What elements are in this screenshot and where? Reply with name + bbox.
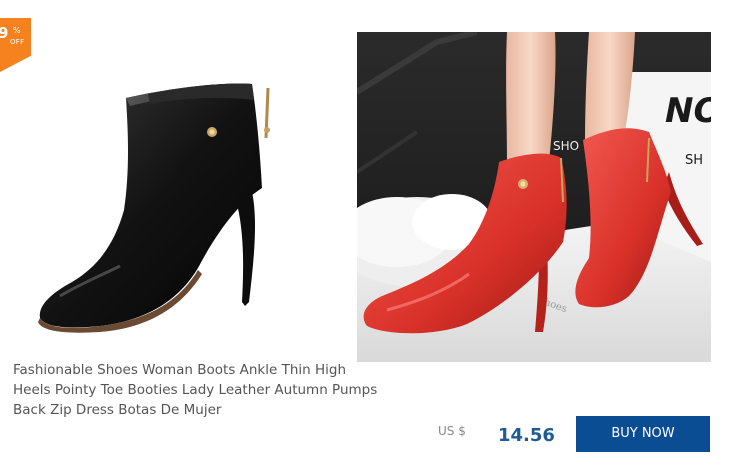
discount-percent-sign: %	[13, 26, 21, 35]
product-image-black-boot[interactable]	[30, 70, 300, 340]
product-card[interactable]: 9 % OFF N SH Shoes SHO Fashionable Shoes…	[0, 0, 738, 475]
box-print-text: NO	[665, 91, 711, 131]
price-currency: US $	[438, 424, 466, 438]
product-image-red-boots[interactable]: NO SH Shoes SHO	[357, 32, 711, 362]
product-title[interactable]: Fashionable Shoes Woman Boots Ankle Thin…	[13, 360, 383, 420]
price-value: 14.56	[498, 425, 555, 446]
discount-off-label: OFF	[10, 38, 25, 46]
discount-badge: 9 % OFF	[0, 18, 31, 72]
box-print-text-2: SH	[685, 153, 703, 168]
discount-percent: 9	[0, 24, 9, 42]
red-boots-scene: NO SH Shoes SHO	[357, 32, 711, 362]
box-print-text-3: SHO	[553, 139, 579, 153]
buy-now-button[interactable]: BUY NOW	[576, 416, 710, 452]
